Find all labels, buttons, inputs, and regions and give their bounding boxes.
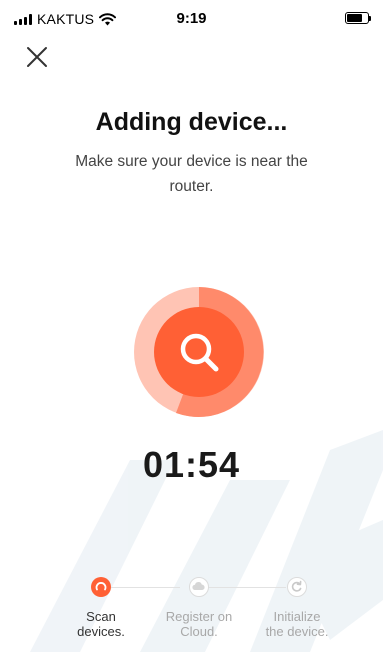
step-indicator-cloud [189, 577, 209, 597]
countdown-timer: 01:54 [142, 444, 241, 485]
page-title: Adding device... [95, 108, 288, 136]
status-time: 9:19 [176, 10, 207, 27]
step-indicator-scan [91, 577, 111, 597]
step-indicator-initialize [287, 577, 307, 597]
scan-progress-graphic [134, 287, 264, 417]
step-connector [110, 587, 180, 588]
spinner-icon [95, 582, 107, 591]
step-label-cloud: Register on Cloud. [165, 609, 233, 639]
close-icon [27, 47, 47, 67]
close-button[interactable] [24, 44, 50, 70]
step-label-scan: Scan devices. [77, 609, 125, 639]
cloud-icon [192, 582, 205, 590]
status-bar: KAKTUS 9:19 [0, 0, 383, 38]
step-connector [208, 587, 286, 588]
page-subtitle: Make sure your device is near the router… [75, 153, 308, 195]
refresh-icon [291, 580, 302, 592]
step-label-initialize: Initialize the device. [265, 609, 329, 639]
battery-icon [345, 12, 371, 24]
adding-device-screen: KAKTUS 9:19 Adding device... Make sure y… [0, 0, 383, 652]
